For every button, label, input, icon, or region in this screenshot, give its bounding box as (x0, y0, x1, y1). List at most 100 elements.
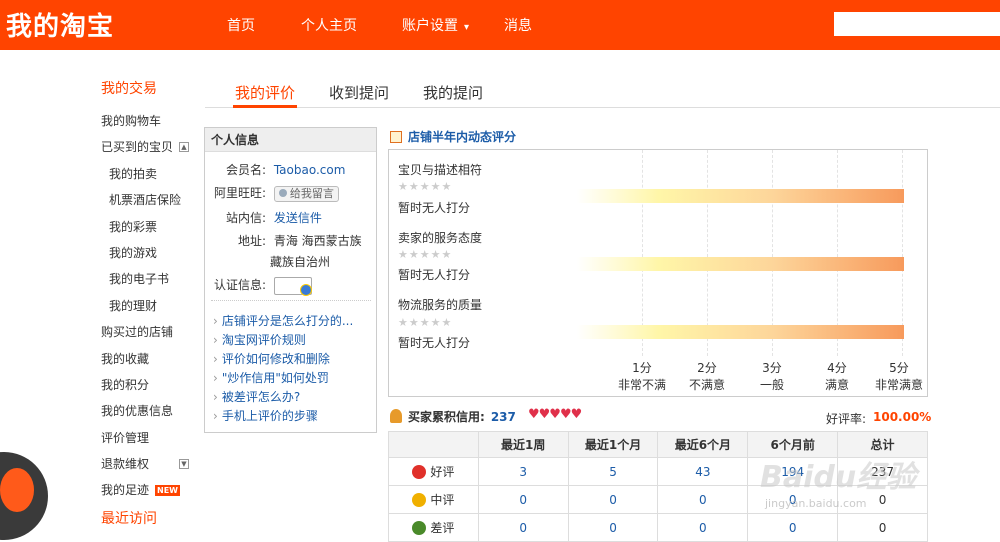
bad-icon (412, 521, 427, 535)
cert-row: 认证信息: (211, 276, 312, 296)
scale-score: 1分 (632, 361, 652, 375)
sidebar-item-label: 我的理财 (109, 298, 158, 313)
sidebar-item-favorites[interactable]: 我的收藏 (101, 346, 201, 372)
help-link-rules[interactable]: 淘宝网评价规则 (213, 331, 306, 348)
table-cell[interactable]: 0 (477, 485, 569, 514)
table-header: 最近1个月 (567, 431, 659, 458)
heart-level-icon: ♥♥♥♥♥ (528, 407, 582, 422)
buyer-credit-label: 买家累积信用: (408, 410, 485, 424)
scale-score: 5分 (889, 361, 909, 375)
sidebar-item-shops[interactable]: 购买过的店铺 (101, 319, 201, 345)
sidebar-item-auction[interactable]: 我的拍卖 (101, 161, 201, 187)
sidebar-item-refunds[interactable]: 退款维权 ▼ (101, 451, 201, 477)
help-link-edit[interactable]: 评价如何修改和删除 (213, 350, 330, 367)
table-cell[interactable]: 5 (567, 457, 659, 486)
rating-stars: ★★★★★ (398, 180, 453, 193)
criterion-status: 暂时无人打分 (398, 201, 471, 215)
tab-my-reviews[interactable]: 我的评价 (233, 82, 297, 108)
nav-messages[interactable]: 消息 (504, 15, 532, 35)
sidebar-item-label: 我的电子书 (109, 272, 170, 287)
collapse-down-icon[interactable]: ▼ (179, 459, 189, 470)
sidebar-item-coupons[interactable]: 我的优惠信息 (101, 398, 201, 424)
watermark-logo: Baidu经验 (760, 460, 917, 495)
nav-account-settings[interactable]: 账户设置 (402, 15, 469, 35)
sidebar-item-label: 我的收藏 (101, 351, 150, 366)
cert-label: 认证信息: (213, 278, 266, 292)
nav-profile[interactable]: 个人主页 (301, 15, 357, 35)
dsr-title-text: 店铺半年内动态评分 (408, 130, 517, 144)
criterion-status: 暂时无人打分 (398, 268, 471, 282)
logo[interactable]: 我的淘宝 (6, 6, 114, 43)
sidebar-item-label: 我的优惠信息 (101, 404, 174, 419)
review-tabs: 我的评价 收到提问 我的提问 (205, 78, 1000, 108)
table-cell[interactable]: 0 (477, 513, 569, 542)
sidebar-item-reviews[interactable]: 评价管理 (101, 425, 201, 451)
sidebar-heading-trades[interactable]: 我的交易 (101, 80, 201, 108)
sidebar-item-label: 我的彩票 (109, 219, 158, 234)
collapse-up-icon[interactable]: ▲ (179, 142, 189, 153)
header-search-input[interactable] (834, 12, 1000, 36)
table-cell[interactable]: 0 (657, 513, 749, 542)
row-label-bad: 差评 (388, 513, 479, 542)
scale-desc: 满意 (824, 378, 849, 392)
table-cell[interactable]: 0 (567, 485, 659, 514)
tab-my-questions[interactable]: 我的提问 (421, 82, 485, 108)
address-line-1: 青海 海西蒙古族 (273, 234, 362, 248)
sidebar-item-games[interactable]: 我的游戏 (101, 240, 201, 266)
help-link-mobile[interactable]: 手机上评价的步骤 (213, 407, 318, 424)
sidebar-item-label: 我的足迹 (101, 483, 150, 498)
help-link-scoring[interactable]: 店铺评分是怎么打分的... (213, 312, 353, 329)
sidebar-item-label: 评价管理 (101, 430, 150, 445)
member-name[interactable]: Taobao.com (274, 163, 346, 177)
help-link-negative[interactable]: 被差评怎么办? (213, 388, 300, 405)
sidebar-item-label: 我的积分 (101, 377, 150, 392)
table-cell[interactable]: 0 (567, 513, 659, 542)
score-bar (577, 325, 904, 339)
new-badge: NEW (155, 485, 180, 497)
send-mail-link[interactable]: 发送信件 (274, 211, 322, 225)
table-cell[interactable]: 43 (657, 457, 749, 486)
criterion-description: 宝贝与描述相符 (398, 163, 483, 177)
dsr-title: 店铺半年内动态评分 (390, 128, 516, 145)
profile-panel: 个人信息 会员名: Taobao.com 阿里旺旺: 给我留言 站内信: 发送信… (204, 127, 377, 433)
id-card-icon[interactable] (273, 276, 312, 296)
good-icon (412, 465, 427, 479)
table-cell[interactable]: 3 (477, 457, 569, 486)
sidebar-item-points[interactable]: 我的积分 (101, 372, 201, 398)
sidebar-heading-recent[interactable]: 最近访问 (101, 510, 201, 538)
sidebar-item-label: 我的购物车 (101, 114, 162, 128)
good-rate-label: 好评率: (826, 412, 867, 426)
tab-received-questions[interactable]: 收到提问 (327, 82, 391, 108)
sidebar-item-label: 已买到的宝贝 (101, 140, 174, 155)
sidebar-item-travel[interactable]: 机票酒店保险 (101, 187, 201, 213)
scale-2: 2分 不满意 (672, 360, 742, 394)
scale-desc: 不满意 (688, 378, 725, 392)
table-header (388, 431, 479, 458)
help-link-penalty[interactable]: "炒作信用"如何处罚 (213, 369, 329, 386)
rating-stars: ★★★★★ (398, 248, 453, 261)
criterion-status: 暂时无人打分 (398, 336, 471, 350)
nav-home[interactable]: 首页 (227, 15, 255, 35)
floating-badge-icon[interactable] (0, 452, 48, 540)
buyer-credit-score[interactable]: 237 (491, 410, 516, 424)
profile-title: 个人信息 (205, 128, 376, 152)
dsr-panel: 宝贝与描述相符 ★★★★★ 暂时无人打分 卖家的服务态度 ★★★★★ 暂时无人打… (388, 149, 928, 397)
sidebar-item-finance[interactable]: 我的理财 (101, 293, 201, 319)
sidebar: 我的交易 我的购物车 已买到的宝贝 ▲ 我的拍卖 机票酒店保险 我的彩票 我的游戏… (101, 80, 201, 538)
table-row: 差评 0 0 0 0 0 (388, 513, 928, 542)
table-header: 最近1周 (477, 431, 569, 458)
sidebar-item-cart[interactable]: 我的购物车 (101, 108, 201, 134)
sidebar-item-ebooks[interactable]: 我的电子书 (101, 266, 201, 292)
address-row: 地址: 青海 海西蒙古族 (211, 232, 362, 249)
sidebar-item-footprints[interactable]: 我的足迹 NEW (101, 477, 201, 503)
scale-desc: 非常满意 (874, 378, 923, 392)
table-cell[interactable]: 0 (747, 513, 839, 542)
sidebar-item-bought[interactable]: 已买到的宝贝 ▲ (101, 134, 201, 160)
sidebar-item-lottery[interactable]: 我的彩票 (101, 214, 201, 240)
neutral-icon (412, 493, 427, 507)
good-rate-value: 100.00% (873, 410, 932, 424)
leave-message-button[interactable]: 给我留言 (273, 186, 339, 202)
table-cell[interactable]: 0 (657, 485, 749, 514)
sidebar-item-label: 我的游戏 (109, 245, 158, 260)
scale-3: 3分 一般 (737, 360, 807, 394)
